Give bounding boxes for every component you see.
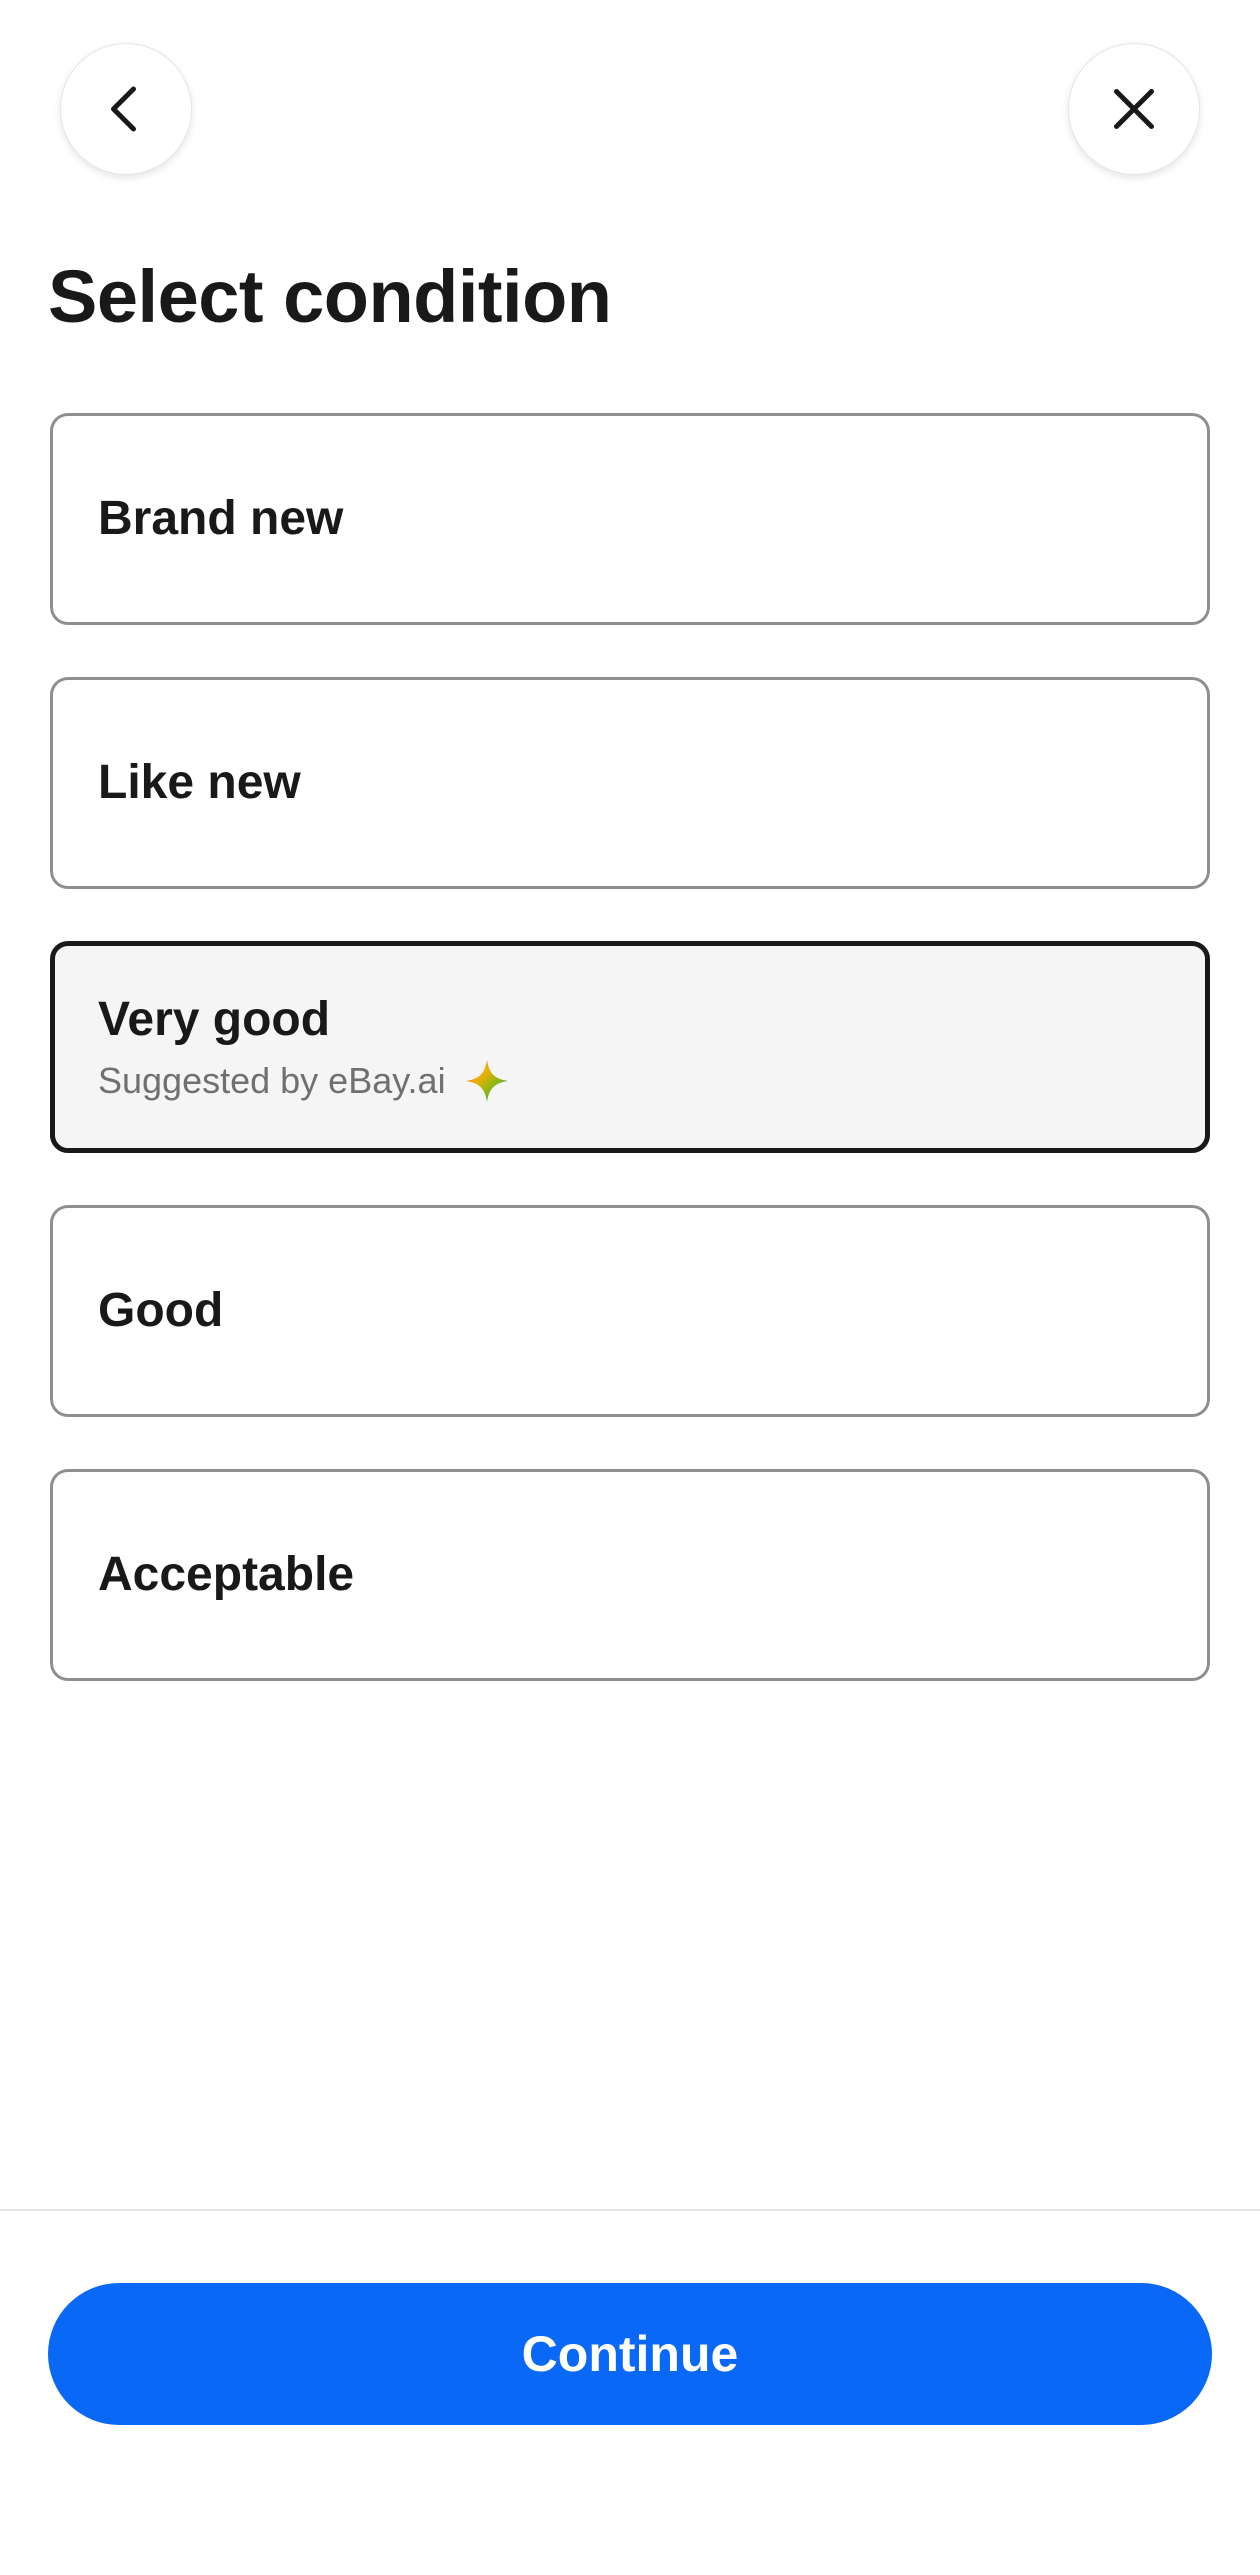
page-title: Select condition <box>48 255 612 338</box>
back-button[interactable] <box>60 43 192 175</box>
footer-divider <box>0 2209 1260 2211</box>
condition-options: Brand new Like new Very good Suggested b… <box>50 413 1210 1733</box>
option-label: Brand new <box>98 492 344 545</box>
close-button[interactable] <box>1068 43 1200 175</box>
continue-button[interactable]: Continue <box>48 2283 1212 2425</box>
chevron-left-icon <box>111 86 136 132</box>
option-good[interactable]: Good <box>50 1205 1210 1417</box>
suggestion-text: Suggested by eBay.ai <box>98 1060 446 1101</box>
option-like-new[interactable]: Like new <box>50 677 1210 889</box>
suggestion-row: Suggested by eBay.ai <box>98 1058 1205 1104</box>
option-very-good[interactable]: Very good Suggested by eBay.ai <box>50 941 1210 1153</box>
option-label: Acceptable <box>98 1548 355 1601</box>
option-brand-new[interactable]: Brand new <box>50 413 1210 625</box>
sparkle-icon <box>465 1059 508 1103</box>
option-acceptable[interactable]: Acceptable <box>50 1469 1210 1681</box>
option-label: Very good <box>98 993 331 1046</box>
option-label: Good <box>98 1284 224 1337</box>
close-icon <box>1114 89 1154 129</box>
option-label: Like new <box>98 756 301 809</box>
